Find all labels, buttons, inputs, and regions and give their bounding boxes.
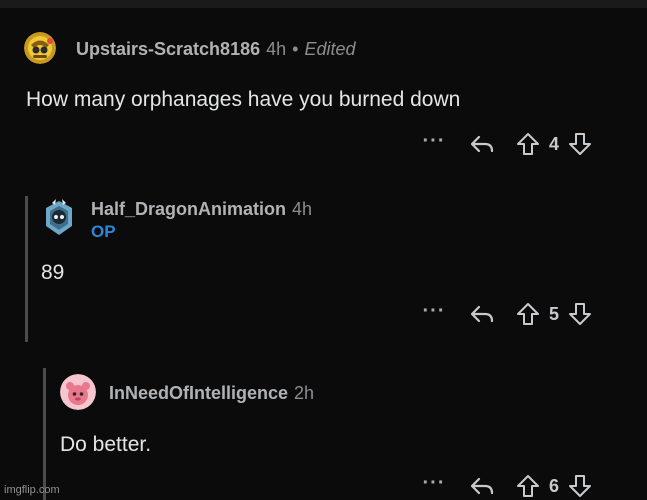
upvote-arrow-icon [517, 133, 539, 155]
thread-line[interactable] [43, 368, 46, 500]
comment-actions: ··· 6 [414, 472, 594, 500]
imgflip-watermark: imgflip.com [4, 484, 60, 496]
separator: • [292, 39, 299, 59]
reply-icon [470, 477, 494, 495]
username[interactable]: Upstairs-Scratch8186 [76, 39, 260, 59]
comment-meta: Half_DragonAnimation 4h [91, 199, 312, 219]
user-avatar[interactable] [42, 199, 76, 239]
comment-body: How many orphanages have you burned down [26, 88, 461, 111]
vote-count: 5 [548, 303, 559, 324]
downvote-arrow-icon [569, 133, 591, 155]
more-options-button[interactable]: ··· [414, 131, 454, 152]
reply-button[interactable] [468, 130, 496, 158]
more-options-button[interactable]: ··· [414, 473, 454, 494]
downvote-arrow-icon [569, 475, 591, 497]
downvote-button[interactable] [566, 300, 594, 328]
upvote-button[interactable] [514, 130, 542, 158]
downvote-button[interactable] [566, 472, 594, 500]
more-options-button[interactable]: ··· [414, 301, 454, 322]
timestamp: 4h [266, 39, 287, 59]
timestamp: 4h [292, 199, 313, 219]
upvote-arrow-icon [517, 475, 539, 497]
snoo-avatar-gold-icon [24, 32, 56, 64]
user-avatar[interactable] [60, 374, 96, 410]
reply-icon [470, 305, 494, 323]
downvote-button[interactable] [566, 130, 594, 158]
user-avatar[interactable] [24, 32, 56, 64]
timestamp: 2h [294, 383, 315, 403]
top-bar [0, 0, 647, 8]
snoo-avatar-pink-icon [60, 374, 96, 410]
username[interactable]: InNeedOfIntelligence [109, 383, 288, 403]
comment-meta: InNeedOfIntelligence 2h [109, 383, 314, 403]
edited-label: Edited [304, 39, 356, 59]
comment-actions: ··· 4 [414, 130, 594, 158]
op-badge: OP [91, 222, 116, 241]
upvote-arrow-icon [517, 303, 539, 325]
vote-count: 6 [548, 475, 559, 496]
comment-body: 89 [41, 261, 65, 284]
upvote-button[interactable] [514, 472, 542, 500]
thread-line[interactable] [25, 196, 28, 342]
vote-count: 4 [548, 133, 559, 154]
comment-actions: ··· 5 [414, 300, 594, 328]
username[interactable]: Half_DragonAnimation [91, 199, 286, 219]
downvote-arrow-icon [569, 303, 591, 325]
snoo-avatar-armored-icon [46, 199, 72, 235]
comment-meta: Upstairs-Scratch8186 4h • Edited [76, 39, 356, 59]
reply-button[interactable] [468, 300, 496, 328]
reply-button[interactable] [468, 472, 496, 500]
reply-icon [470, 135, 494, 153]
upvote-button[interactable] [514, 300, 542, 328]
comment-body: Do better. [60, 433, 152, 456]
